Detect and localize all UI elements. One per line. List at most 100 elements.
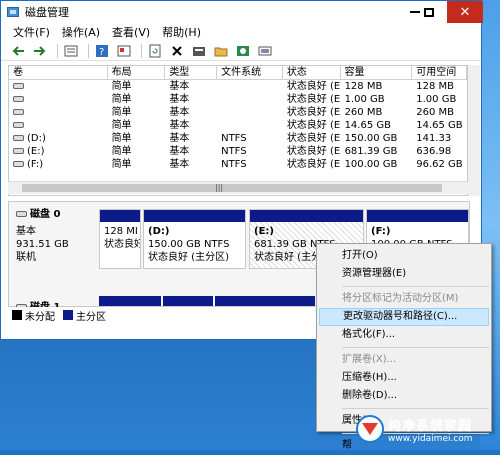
table-row[interactable]: 简单 基本 状态良好 (E 14.65 GB 14.65 GB [9,119,467,132]
legend-swatch [63,310,73,320]
menu-separator [342,347,489,348]
partition-status: 状态良好 [104,239,140,250]
context-menu-item[interactable]: 删除卷(D)... [317,387,491,405]
partition-recovery[interactable]: 128 MI 状态良好 [99,209,141,269]
context-menu-item[interactable]: 更改驱动器号和路径(C)... [319,308,489,326]
cell-capacity: 128 MB [344,81,383,92]
cell-filesystem [217,93,283,106]
cell-status: 状态良好 (E [286,94,341,105]
cell-type: 基本 [169,133,190,144]
legend-label: 未分配 [25,311,55,323]
cell-filesystem: NTFS [221,159,247,170]
cell-status: 状态良好 (E [286,81,341,92]
cell-type: 基本 [169,120,190,131]
volume-icon [13,83,24,89]
volume-list-horizontal-scrollbar[interactable]: ||| [8,181,468,194]
cell-volume: (E:) [9,145,108,158]
partition-d[interactable]: (D:) 150.00 GB NTFS 状态良好 (主分区) [143,209,246,269]
partition-title: (F:) [371,226,391,237]
title-bar[interactable]: 磁盘管理 ✕ [1,1,483,23]
toolbar-separator [88,43,89,58]
table-row[interactable]: (F:) 简单 基本 NTFS 状态良好 (E 100.00 GB 96.62 GB [9,158,467,171]
cell-free-space: 260 MB [416,107,455,118]
scrollbar-grip-icon: ||| [215,183,224,192]
volume-icon [13,109,24,115]
menu-separator [342,408,489,409]
svg-text:?: ? [99,47,104,58]
menu-file[interactable]: 文件(F) [13,24,50,40]
cell-filesystem [217,119,283,132]
context-menu-item[interactable]: 压缩卷(H)... [317,369,491,387]
cell-layout: 简单 [111,133,132,144]
table-row[interactable]: 简单 基本 状态良好 (E 128 MB 128 MB [9,80,467,93]
cell-status: 状态良好 (E [286,159,341,170]
list-view-icon[interactable] [62,43,80,59]
cell-layout: 简单 [111,94,132,105]
menu-bar: 文件(F) 操作(A) 查看(V) 帮助(H) [1,23,481,41]
maximize-button[interactable] [416,1,442,23]
volume-rows: 简单 基本 状态良好 (E 128 MB 128 MB 简单 基本 状态良好 (E 1.00 G… [9,80,467,171]
cell-volume [9,119,108,132]
maximize-icon [424,7,434,17]
cell-layout: 简单 [111,107,132,118]
cell-type: 基本 [169,94,190,105]
table-row[interactable]: (D:) 简单 基本 NTFS 状态良好 (E 150.00 GB 141.33 [9,132,467,145]
column-header-capacity[interactable]: 容量 [341,66,413,79]
disk0-status: 联机 [16,252,36,263]
menu-action[interactable]: 操作(A) [62,24,100,40]
cell-free-space: 96.62 GB [416,159,463,170]
cell-free-space: 141.33 [416,133,452,144]
table-row[interactable]: (E:) 简单 基本 NTFS 状态良好 (E 681.39 GB 636.98 [9,145,467,158]
cell-volume: (F:) [9,158,108,171]
cell-capacity: 14.65 GB [344,120,391,131]
context-menu-item[interactable]: 资源管理器(E) [317,265,491,283]
table-row[interactable]: 简单 基本 状态良好 (E 1.00 GB 1.00 GB [9,93,467,106]
delete-icon[interactable] [168,43,186,59]
volume-icon [13,96,24,102]
disk0-name: 磁盘 0 [16,208,98,221]
disk1-partition-bar[interactable] [215,296,315,306]
search-icon[interactable] [234,43,252,59]
menu-help[interactable]: 帮助(H) [162,24,201,40]
column-header-layout[interactable]: 布局 [108,66,166,79]
open-folder-icon[interactable] [212,43,230,59]
context-menu-item[interactable]: 格式化(F)... [317,326,491,344]
volume-icon [13,122,24,128]
disk0-info[interactable]: 磁盘 0 基本 931.51 GB 联机 [10,208,98,268]
disk0-type: 基本 [16,226,36,237]
cell-volume [9,106,108,119]
refresh-icon[interactable] [146,43,164,59]
watermark-logo-icon [356,415,384,443]
settings-icon[interactable] [190,43,208,59]
table-row[interactable]: 简单 基本 状态良好 (E 260 MB 260 MB [9,106,467,119]
column-header-free-space[interactable]: 可用空间 [412,66,467,79]
toolbar-separator [57,43,58,58]
cell-layout: 简单 [111,146,132,157]
cell-free-space: 636.98 [416,146,452,157]
back-arrow-icon[interactable] [9,43,27,59]
cell-volume [9,80,108,93]
disk1-partition-bar[interactable] [99,296,161,306]
properties-icon[interactable] [115,43,133,59]
volume-list-vertical-scrollbar[interactable] [468,65,480,196]
cell-filesystem [217,80,283,93]
column-header-type[interactable]: 类型 [165,66,218,79]
menu-view[interactable]: 查看(V) [112,24,150,40]
help-icon[interactable]: ? [93,43,111,59]
scrollbar-thumb[interactable] [22,184,442,192]
forward-arrow-icon[interactable] [31,43,49,59]
column-header-volume[interactable]: 卷 [9,66,108,79]
cell-type: 基本 [169,81,190,92]
disk1-partition-bar[interactable] [163,296,213,306]
cell-status: 状态良好 (E [286,146,341,157]
volume-icon[interactable] [256,43,274,59]
context-menu: 打开(O) 资源管理器(E) 将分区标记为活动分区(M) 更改驱动器号和路径(C)..… [316,243,492,451]
close-button[interactable]: ✕ [447,1,483,23]
partition-title: (E:) [254,226,274,237]
column-header-filesystem[interactable]: 文件系统 [217,66,283,79]
volume-list[interactable]: 卷 布局 类型 文件系统 状态 容量 可用空间 简单 基本 状态良好 (E 128 M… [8,65,468,196]
context-menu-item[interactable]: 打开(O) [317,247,491,265]
column-header-status[interactable]: 状态 [283,66,341,79]
cell-filesystem [217,106,283,119]
toolbar-separator [141,43,142,58]
